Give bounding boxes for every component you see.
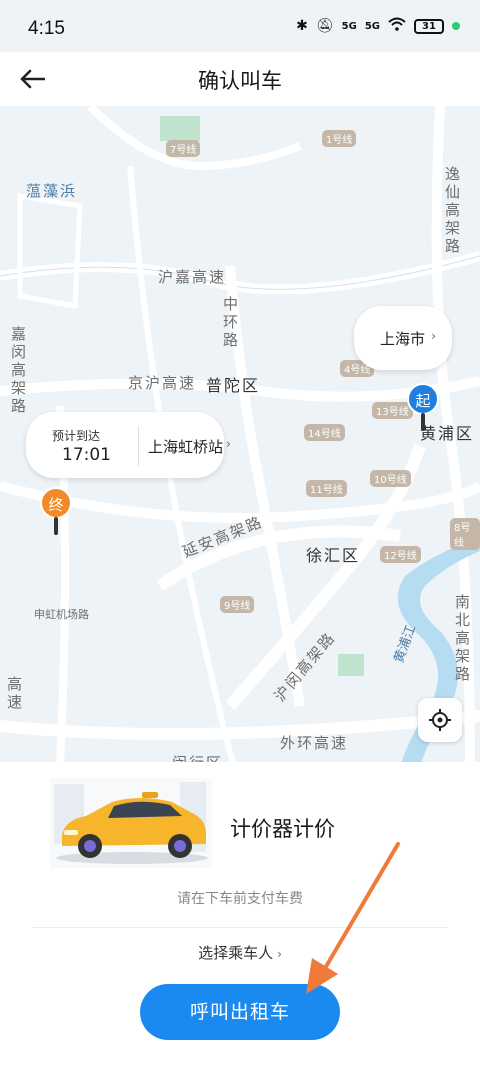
battery-icon: 31 [414, 18, 444, 34]
end-pin: 终 [40, 487, 72, 535]
status-icons: ✱ 🔕︎ 5G 5G 31 [296, 17, 460, 35]
metro-line-9: 9号线 [220, 596, 255, 613]
locate-icon [429, 709, 451, 731]
call-taxi-button[interactable]: 呼叫出租车 [140, 984, 340, 1040]
destination-bubble[interactable]: 预计到达 17:01 上海虹桥站 › [26, 412, 231, 478]
header-bar: 确认叫车 [0, 52, 480, 106]
destination-station: 上海虹桥站 [148, 438, 224, 456]
metro-line-7: 7号线 [166, 140, 201, 157]
metro-line-8: 8号线 [450, 518, 480, 550]
city-selector[interactable]: 上海市 › [354, 306, 452, 370]
page-title: 确认叫车 [198, 69, 282, 93]
map-label-nanbei: 南北高架路 [453, 594, 471, 684]
city-name: 上海市 [380, 330, 426, 348]
eta-label: 预计到达 [52, 429, 101, 443]
eta-time: 17:01 [62, 445, 111, 465]
select-passenger-link[interactable]: 选择乘车人 › [0, 942, 480, 963]
taxi-car-image [50, 778, 212, 868]
map-label-waihuan: 外环高速 [280, 734, 349, 752]
signal-5g-icon: 5G [341, 20, 357, 32]
district-xuhui: 徐汇区 [306, 546, 361, 565]
end-pin-stem [54, 517, 58, 535]
metro-line-1: 1号线 [322, 130, 357, 147]
district-putuo: 普陀区 [206, 376, 261, 395]
start-pin-stem [421, 413, 425, 431]
map-label-west-edge: 高速 [5, 676, 23, 712]
bubble-divider [138, 426, 139, 466]
map-label-hujia: 沪嘉高速 [158, 268, 227, 286]
chevron-right-icon: › [277, 947, 282, 961]
bottom-panel: 计价器计价 请在下车前支付车费 选择乘车人 › 呼叫出租车 [0, 762, 480, 1066]
privacy-dot-icon [452, 22, 460, 30]
map-label-hongqiao-rd: 申虹机场路 [34, 608, 89, 621]
signal-5g-icon-2: 5G [364, 20, 380, 32]
metro-line-11: 11号线 [306, 480, 347, 497]
payment-note: 请在下车前支付车费 [177, 891, 303, 907]
mute-icon: 🔕︎ [315, 18, 334, 34]
chevron-right-icon: › [226, 437, 231, 451]
map-label-jinghu: 京沪高速 [128, 374, 197, 392]
chevron-right-icon: › [431, 329, 436, 343]
wifi-icon [388, 17, 406, 35]
panel-divider [32, 927, 448, 928]
locate-button[interactable] [418, 698, 462, 742]
select-passenger-label: 选择乘车人 [198, 944, 274, 962]
status-time: 4:15 [28, 18, 65, 39]
metro-line-12: 12号线 [380, 546, 421, 563]
map-label-yixian: 逸仙高架路 [443, 166, 461, 256]
metro-line-14: 14号线 [304, 424, 345, 441]
start-pin-label: 起 [407, 383, 439, 415]
start-pin: 起 [407, 383, 439, 431]
fare-type-title: 计价器计价 [230, 817, 335, 841]
map-label-jiamin: 嘉闵高架路 [9, 326, 27, 416]
metro-line-10: 10号线 [370, 470, 411, 487]
map-label-zaozao: 蕰藻浜 [26, 182, 78, 200]
map-label-zhonghuan: 中环路 [221, 296, 239, 350]
bluetooth-icon: ✱ [296, 18, 308, 34]
status-bar: 4:15 ✱ 🔕︎ 5G 5G 31 [0, 0, 480, 52]
end-pin-label: 终 [40, 487, 72, 519]
